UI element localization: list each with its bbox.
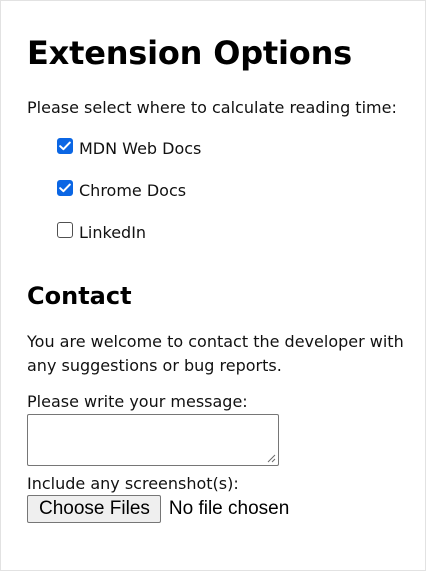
- site-checkbox-list: MDN Web Docs Chrome Docs LinkedIn: [57, 137, 417, 243]
- options-page: Extension Options Please select where to…: [0, 0, 426, 571]
- contact-heading: Contact: [27, 282, 132, 310]
- file-status-text: No file chosen: [168, 498, 290, 519]
- site-option-linkedin[interactable]: LinkedIn: [57, 221, 417, 243]
- chrome-checkbox-label: Chrome Docs: [79, 180, 187, 200]
- chrome-checkbox[interactable]: [57, 180, 73, 196]
- contact-description: You are welcome to contact the developer…: [27, 332, 404, 375]
- page-title: Extension Options: [27, 34, 352, 72]
- options-content: Extension Options Please select where to…: [27, 29, 417, 523]
- screenshot-label: Include any screenshot(s):: [27, 474, 239, 493]
- mdn-checkbox-label: MDN Web Docs: [79, 138, 202, 158]
- mdn-checkbox[interactable]: [57, 138, 73, 154]
- message-textarea[interactable]: [27, 414, 279, 466]
- linkedin-checkbox[interactable]: [57, 222, 73, 238]
- file-input[interactable]: Choose Files No file chosen: [27, 495, 417, 523]
- site-select-prompt: Please select where to calculate reading…: [27, 98, 397, 117]
- choose-files-button[interactable]: Choose Files: [27, 495, 161, 523]
- site-option-chrome[interactable]: Chrome Docs: [57, 179, 417, 201]
- linkedin-checkbox-label: LinkedIn: [79, 222, 147, 242]
- resize-grip-icon[interactable]: [266, 453, 276, 463]
- site-option-mdn[interactable]: MDN Web Docs: [57, 137, 417, 159]
- message-label: Please write your message:: [27, 392, 248, 411]
- check-icon: [59, 141, 71, 151]
- check-icon: [59, 183, 71, 193]
